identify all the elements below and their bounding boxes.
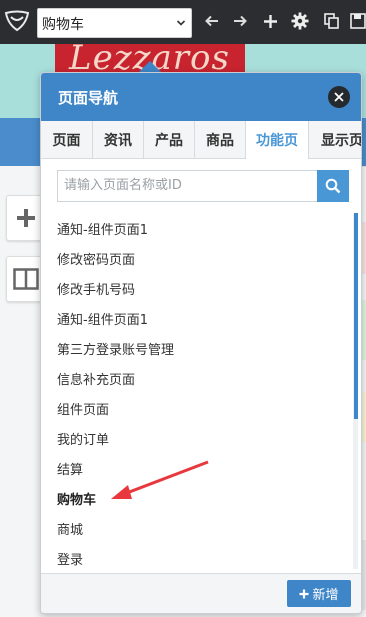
search-field [57,170,317,202]
list-item[interactable]: 我的订单 [57,429,109,448]
list-item-selected[interactable]: 购物车 [57,489,96,508]
tab-products[interactable]: 产品 [144,121,195,158]
page-list: 通知-组件页面1 修改密码页面 修改手机号码 通知-组件页面1 第三方登录账号管… [41,213,353,569]
add-button[interactable]: 新增 [287,580,351,607]
plus-icon [299,589,309,598]
plus-icon[interactable] [261,12,279,30]
logo-icon[interactable] [2,6,32,36]
list-item[interactable]: 登录 [57,549,83,568]
list-item[interactable]: 商城 [57,519,83,538]
arrow-right-icon[interactable] [231,12,249,30]
list-item[interactable]: 组件页面 [57,399,109,418]
tab-news[interactable]: 资讯 [93,121,144,158]
list-item[interactable]: 信息补充页面 [57,369,135,388]
tab-display-pages[interactable]: 显示页 [309,121,361,158]
search-button[interactable] [317,170,349,202]
search-icon [325,178,341,194]
tab-goods[interactable]: 商品 [195,121,246,158]
page-select-value: 购物车 [42,17,84,33]
page-navigation-popup: 页面导航 页面 资讯 产品 商品 功能页 显示页 通知-组件页面1 修改密码页面… [40,72,362,614]
popup-tabs: 页面 资讯 产品 商品 功能页 显示页 [41,121,361,159]
close-icon [334,92,344,102]
popup-header: 页面导航 [41,73,361,121]
arrow-left-icon[interactable] [203,12,221,30]
tab-function-pages[interactable]: 功能页 [246,121,309,159]
list-item[interactable]: 结算 [57,459,83,478]
scrollbar-thumb[interactable] [354,213,358,419]
list-item[interactable]: 通知-组件页面1 [57,309,148,328]
gear-icon[interactable] [291,12,309,30]
layout-icon [13,268,39,290]
list-item[interactable]: 第三方登录账号管理 [57,339,174,358]
popup-footer: 新增 [41,573,361,613]
save-icon[interactable] [350,12,366,30]
page-select[interactable]: 购物车 [37,8,192,38]
copy-icon[interactable] [322,12,340,30]
popup-title: 页面导航 [58,89,119,107]
top-toolbar: 购物车 [0,0,366,45]
popup-pointer [139,61,161,72]
add-button-label: 新增 [312,588,339,603]
close-button[interactable] [328,86,350,108]
chevron-down-icon [176,20,186,26]
list-item[interactable]: 修改密码页面 [57,249,135,268]
plus-icon [17,209,35,227]
tab-pages[interactable]: 页面 [41,121,93,158]
search-input[interactable] [58,171,314,199]
list-item[interactable]: 通知-组件页面1 [57,219,148,238]
list-item[interactable]: 修改手机号码 [57,279,135,298]
